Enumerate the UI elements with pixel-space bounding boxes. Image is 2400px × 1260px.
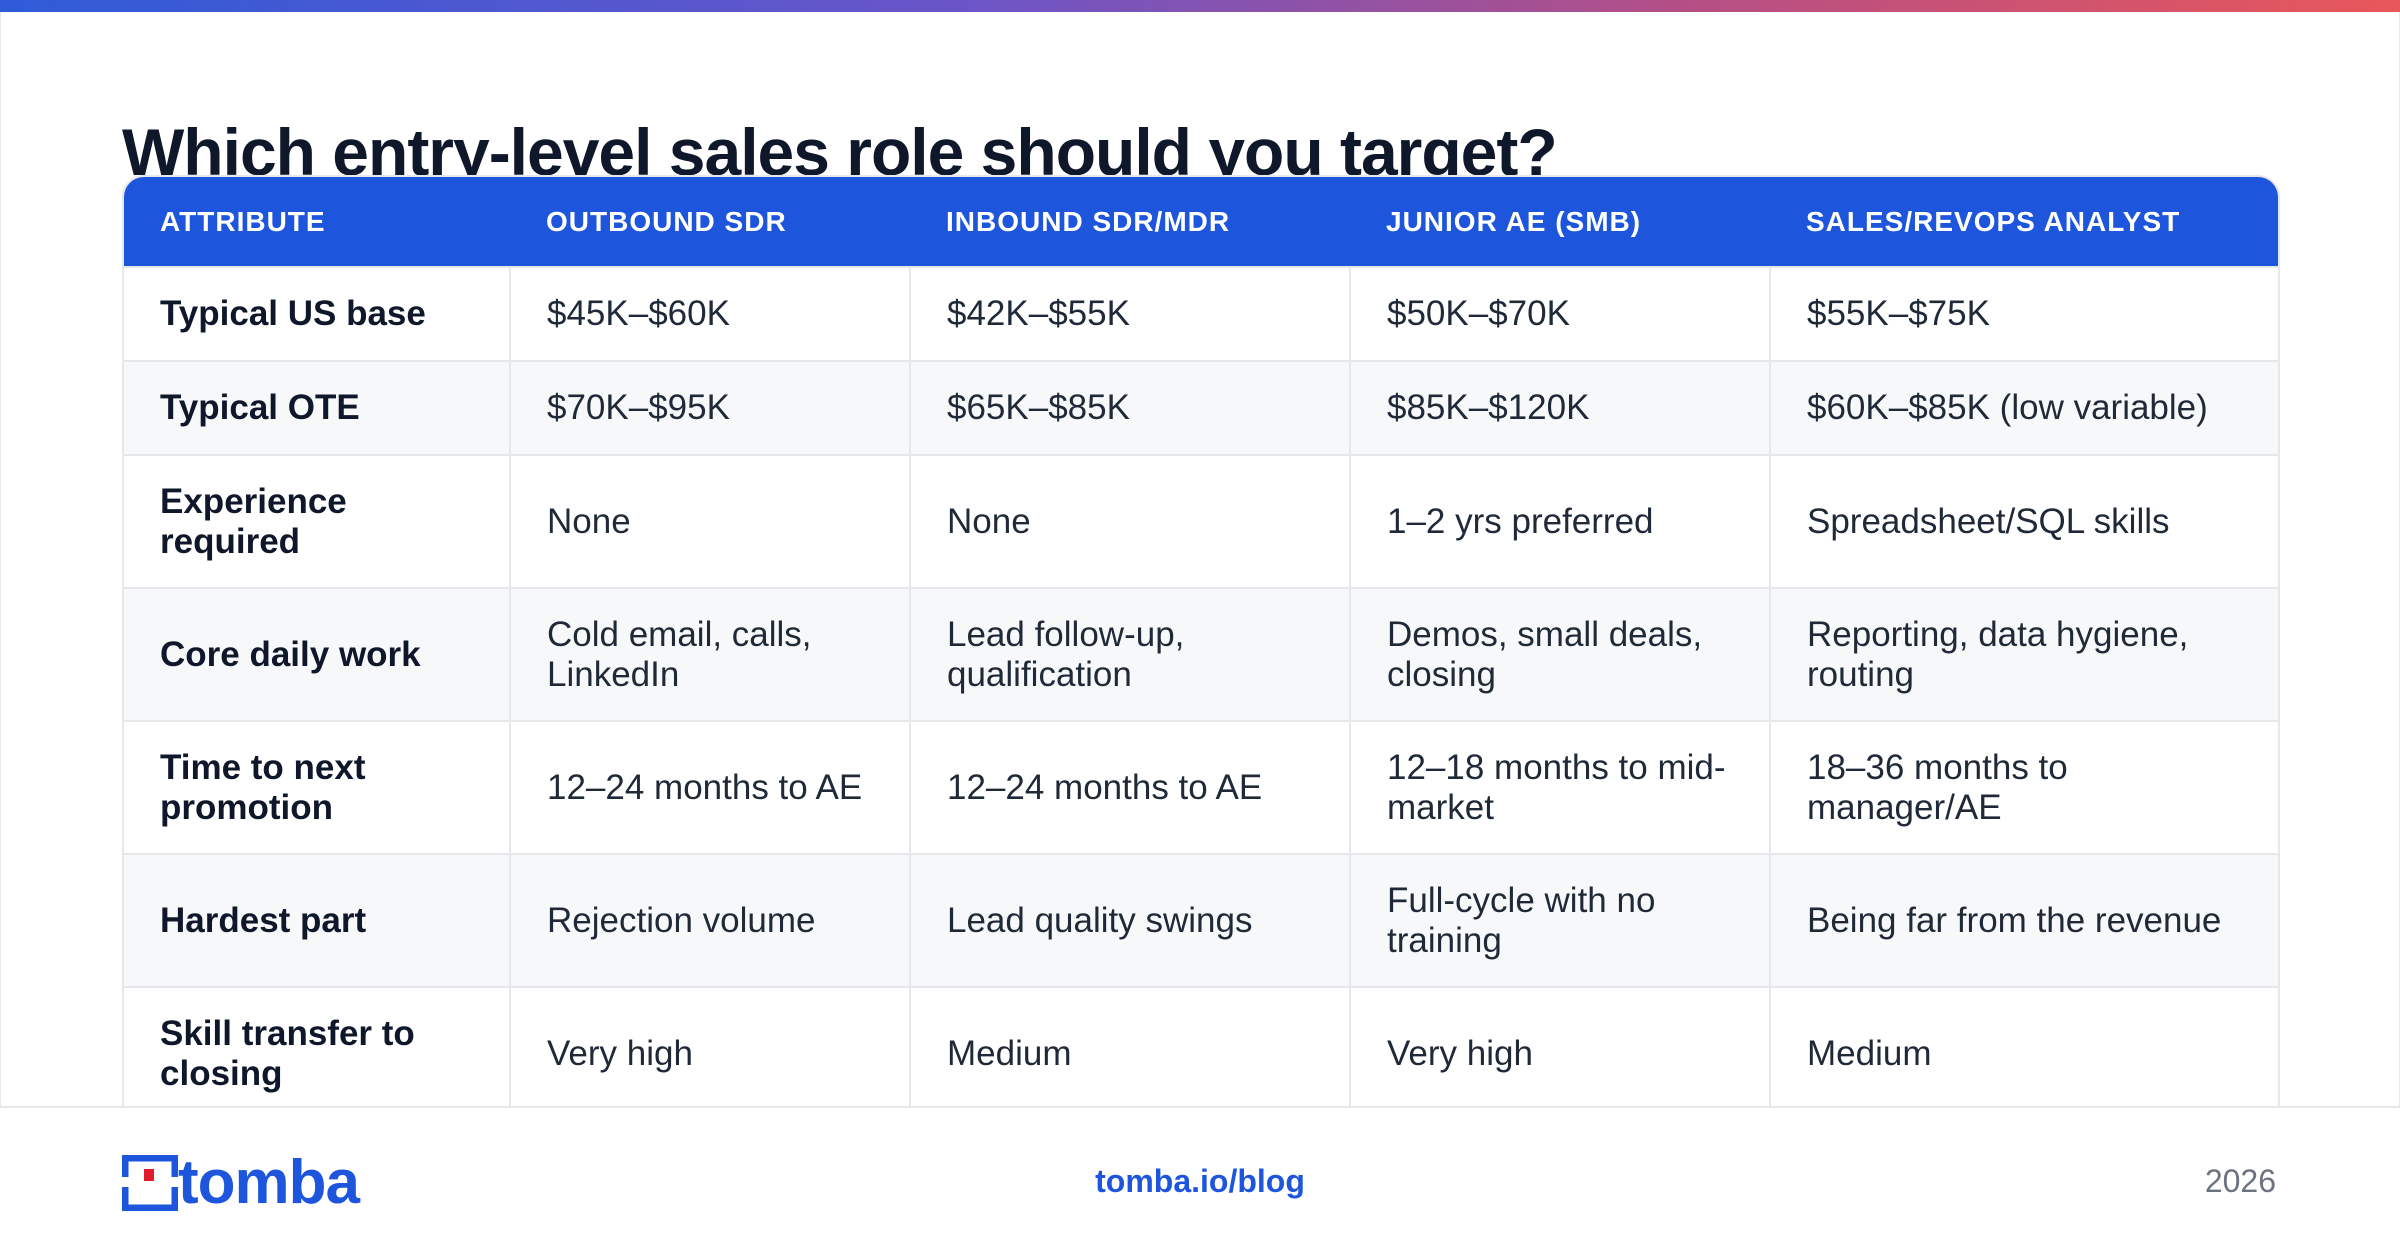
table-cell: 12–18 months to mid-market: [1350, 720, 1771, 854]
row-attribute: Typical OTE: [124, 360, 511, 455]
table-row: Core daily work Cold email, calls, Linke…: [124, 587, 2278, 721]
table-cell: $42K–$55K: [910, 266, 1351, 361]
table-cell: $50K–$70K: [1350, 266, 1771, 361]
table-cell: None: [510, 454, 911, 588]
table-cell: 18–36 months to manager/AE: [1770, 720, 2278, 854]
row-attribute: Experience required: [124, 454, 511, 588]
table-cell: 1–2 yrs preferred: [1350, 454, 1771, 588]
comparison-table: ATTRIBUTE OUTBOUND SDR INBOUND SDR/MDR J…: [122, 175, 2280, 1129]
table-cell: Medium: [1770, 986, 2278, 1120]
year-label: 2026: [2204, 1163, 2276, 1199]
table-row: Typical OTE $70K–$95K $65K–$85K $85K–$12…: [124, 360, 2278, 455]
table-cell: 12–24 months to AE: [910, 720, 1351, 854]
column-header: SALES/REVOPS ANALYST: [1806, 205, 2181, 237]
table-cell: 12–24 months to AE: [510, 720, 911, 854]
table-cell: Reporting, data hygiene, routing: [1770, 587, 2278, 721]
table-cell: Spreadsheet/SQL skills: [1770, 454, 2278, 588]
table-cell: $60K–$85K (low variable): [1770, 360, 2278, 455]
table-row: Time to next promotion 12–24 months to A…: [124, 720, 2278, 854]
table-cell: Cold email, calls, LinkedIn: [510, 587, 911, 721]
table-cell: Being far from the revenue: [1770, 853, 2278, 987]
row-attribute: Skill transfer to closing: [124, 986, 511, 1120]
table-cell: Demos, small deals, closing: [1350, 587, 1771, 721]
table-cell: $45K–$60K: [510, 266, 911, 361]
table-cell: None: [910, 454, 1351, 588]
table-cell: $85K–$120K: [1350, 360, 1771, 455]
table-row: Hardest part Rejection volume Lead quali…: [124, 853, 2278, 987]
table-row: Skill transfer to closing Very high Medi…: [124, 986, 2278, 1120]
row-attribute: Time to next promotion: [124, 720, 511, 854]
table-cell: Medium: [910, 986, 1351, 1120]
table-cell: $70K–$95K: [510, 360, 911, 455]
table-cell: $65K–$85K: [910, 360, 1351, 455]
table-cell: Rejection volume: [510, 853, 911, 987]
gradient-top-bar: [0, 0, 2400, 12]
table-cell: Very high: [1350, 986, 1771, 1120]
table-row: Experience required None None 1–2 yrs pr…: [124, 454, 2278, 588]
row-attribute: Core daily work: [124, 587, 511, 721]
table-cell: $55K–$75K: [1770, 266, 2278, 361]
row-attribute: Typical US base: [124, 266, 511, 361]
table-header-row: ATTRIBUTE OUTBOUND SDR INBOUND SDR/MDR J…: [124, 177, 2278, 267]
table-cell: Lead follow-up, qualification: [910, 587, 1351, 721]
table-cell: Lead quality swings: [910, 853, 1351, 987]
column-header: JUNIOR AE (SMB): [1386, 205, 1642, 237]
row-attribute: Hardest part: [124, 853, 511, 987]
page-title: Which entry-level sales role should you …: [122, 115, 1558, 180]
blog-link[interactable]: tomba.io/blog: [0, 1163, 2400, 1200]
table-row: Typical US base $45K–$60K $42K–$55K $50K…: [124, 266, 2278, 361]
column-header: OUTBOUND SDR: [546, 205, 787, 237]
column-header: INBOUND SDR/MDR: [946, 205, 1231, 237]
table-cell: Very high: [510, 986, 911, 1120]
column-header: ATTRIBUTE: [160, 205, 326, 237]
table-cell: Full-cycle with no training: [1350, 853, 1771, 987]
